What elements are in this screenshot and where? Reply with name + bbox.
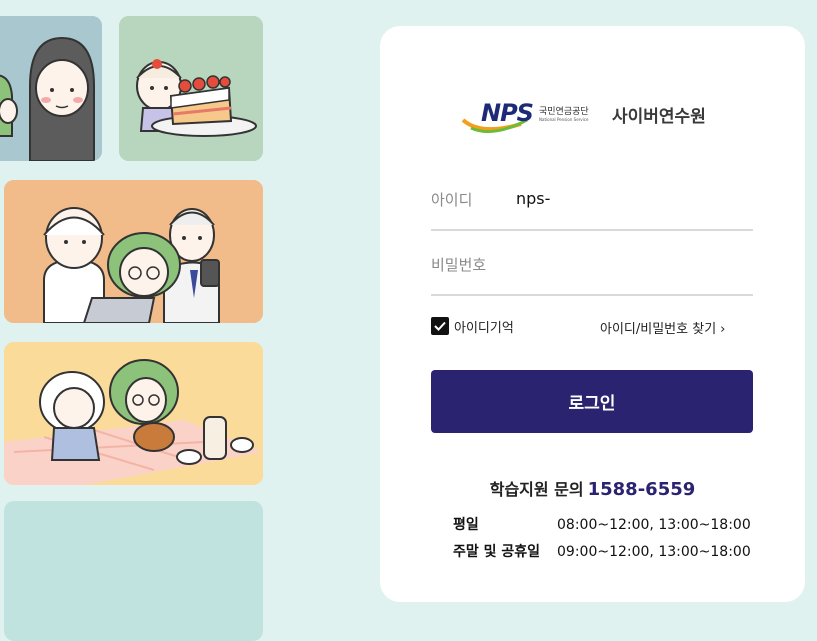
password-input[interactable]: 비밀번호 — [431, 246, 753, 296]
empty-tile — [4, 501, 263, 641]
id-value: nps- — [516, 189, 551, 208]
login-button[interactable]: 로그인 — [431, 370, 753, 433]
id-label: 아이디 — [431, 191, 473, 209]
password-placeholder: 비밀번호 — [431, 256, 487, 274]
hours-row-holiday: 주말 및 공휴일 09:00~12:00, 13:00~18:00 — [453, 541, 773, 561]
remember-id-checkbox[interactable]: 아이디기억 — [431, 315, 514, 337]
hours-day: 주말 및 공휴일 — [453, 544, 541, 560]
support-label: 학습지원 문의 — [489, 480, 584, 499]
picnic-illustration — [4, 342, 263, 485]
checkbox-checked-icon[interactable] — [431, 317, 449, 335]
nps-logo: NPS 국민연금공단 National Pension Service 사이버연… — [461, 96, 726, 140]
cake-girl-illustration — [119, 16, 263, 161]
hours-time: 09:00~12:00, 13:00~18:00 — [557, 544, 751, 560]
hours-day: 평일 — [453, 517, 479, 533]
logo-org-name: 국민연금공단 — [539, 107, 589, 117]
hours-time: 08:00~12:00, 13:00~18:00 — [557, 517, 751, 533]
find-id-password-link[interactable]: 아이디/비밀번호 찾기 › — [600, 318, 725, 337]
chevron-right-icon: › — [720, 322, 726, 337]
logo-title: 사이버연수원 — [612, 107, 706, 127]
logo-org-english: National Pension Service — [539, 117, 589, 122]
login-card: NPS 국민연금공단 National Pension Service 사이버연… — [380, 26, 805, 602]
hooded-girl-illustration — [0, 16, 102, 161]
support-phone: 1588-6559 — [587, 479, 696, 500]
hours-row-weekday: 평일 08:00~12:00, 13:00~18:00 — [453, 514, 773, 534]
remember-id-label: 아이디기억 — [454, 320, 514, 336]
laptop-group-illustration — [4, 180, 263, 323]
logo-mark: NPS — [481, 99, 534, 127]
find-link-label: 아이디/비밀번호 찾기 — [600, 322, 717, 337]
id-input[interactable]: 아이디 nps- — [431, 181, 753, 231]
support-contact: 학습지원 문의 1588-6559 — [380, 476, 805, 500]
